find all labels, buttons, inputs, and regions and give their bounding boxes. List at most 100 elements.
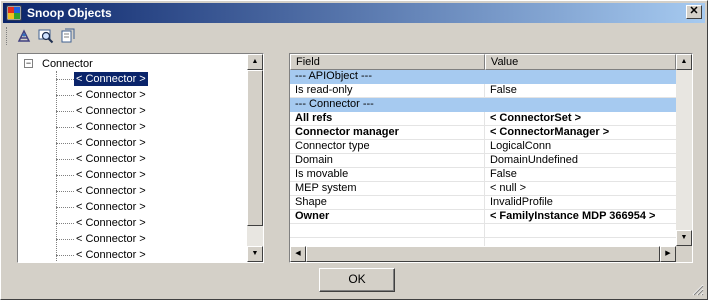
scrollbar-corner: [676, 246, 692, 262]
field-cell: All refs: [290, 112, 485, 125]
property-row[interactable]: Connector manager < ConnectorManager >: [290, 126, 676, 140]
tree-branch-line: [56, 110, 74, 112]
scroll-up-icon[interactable]: ▲: [676, 54, 692, 70]
title-bar[interactable]: Snoop Objects ✕: [3, 3, 705, 23]
grid-viewport: Field Value --- APIObject --- Is read-onl…: [290, 54, 676, 246]
property-row[interactable]: Shape InvalidProfile: [290, 196, 676, 210]
tree-item-label: < Connector >: [76, 233, 146, 245]
window-title: Snoop Objects: [27, 6, 112, 20]
tree-item[interactable]: < Connector >: [56, 215, 148, 231]
tree-branch-line: [56, 222, 74, 224]
field-cell: Connector type: [290, 140, 485, 153]
tree-item-label: < Connector >: [76, 105, 146, 117]
field-column-header[interactable]: Field: [290, 54, 485, 70]
value-cell: False: [489, 84, 517, 96]
property-row[interactable]: Is read-only False: [290, 84, 676, 98]
resize-grip-icon[interactable]: [692, 284, 704, 296]
property-row[interactable]: All refs < ConnectorSet >: [290, 112, 676, 126]
tree-branch-line: [56, 206, 74, 208]
property-row[interactable]: Domain DomainUndefined: [290, 154, 676, 168]
toolbar-grip[interactable]: [6, 27, 9, 45]
property-row[interactable]: Connector type LogicalConn: [290, 140, 676, 154]
grid-vertical-scrollbar[interactable]: ▲ ▼: [676, 54, 692, 246]
section-header-row[interactable]: --- Connector ---: [290, 98, 676, 112]
collapse-icon[interactable]: −: [24, 59, 33, 68]
tree-item-label: < Connector >: [76, 89, 146, 101]
field-cell: Owner: [290, 210, 485, 223]
field-cell: Is read-only: [290, 84, 485, 97]
tree-branch-line: [56, 78, 74, 80]
tree-item-label: < Connector >: [76, 201, 146, 213]
section-header-row[interactable]: --- APIObject ---: [290, 70, 676, 84]
value-cell: < FamilyInstance MDP 366954 >: [489, 210, 656, 222]
scroll-left-icon[interactable]: ◀: [290, 246, 306, 262]
value-cell: False: [489, 168, 517, 180]
tree-item-label: < Connector >: [76, 121, 146, 133]
snoop-objects-window: Snoop Objects ✕ − Connector < Connector …: [0, 0, 708, 300]
field-cell: [290, 224, 485, 237]
value-cell: < null >: [489, 182, 527, 194]
property-row[interactable]: MEP system < null >: [290, 182, 676, 196]
field-cell: MEP system: [290, 182, 485, 195]
tree-branch-line: [56, 126, 74, 128]
tree-item[interactable]: < Connector >: [56, 231, 148, 247]
value-cell: < ConnectorSet >: [489, 112, 582, 124]
grid-hscroll-thumb[interactable]: [306, 246, 660, 262]
field-cell: Connector manager: [290, 126, 485, 139]
value-cell: [485, 238, 676, 246]
property-row[interactable]: Is movable False: [290, 168, 676, 182]
tree-viewport: − Connector < Connector > < Connector > < …: [18, 54, 248, 262]
object-tree[interactable]: − Connector < Connector > < Connector > < …: [17, 53, 264, 263]
tree-item[interactable]: < Connector >: [56, 151, 148, 167]
ok-button[interactable]: OK: [319, 268, 395, 292]
tree-item-label: < Connector >: [76, 137, 146, 149]
tree-branch-line: [56, 190, 74, 192]
scroll-down-icon[interactable]: ▼: [247, 246, 263, 262]
property-row[interactable]: Owner < FamilyInstance MDP 366954 >: [290, 210, 676, 224]
value-cell: [485, 224, 676, 237]
tree-branch-line: [56, 158, 74, 160]
grid-rows: --- APIObject --- Is read-only False --- Co…: [290, 70, 676, 246]
tree-item[interactable]: < Connector >: [56, 87, 148, 103]
field-cell: Is movable: [290, 168, 485, 181]
grid-header: Field Value: [290, 54, 676, 70]
tree-item[interactable]: < Connector >: [56, 167, 148, 183]
value-cell: LogicalConn: [489, 140, 552, 152]
scroll-right-icon[interactable]: ▶: [660, 246, 676, 262]
tree-branch-line: [56, 238, 74, 240]
tree-item[interactable]: < Connector >: [56, 135, 148, 151]
value-column-header[interactable]: Value: [484, 54, 676, 70]
copy-icon: [61, 28, 75, 43]
field-cell: [290, 238, 485, 246]
tree-item[interactable]: < Connector >: [56, 119, 148, 135]
tree-item-label: < Connector >: [76, 249, 146, 261]
tree-branch-line: [56, 254, 74, 256]
tree-root-node[interactable]: − Connector: [24, 56, 93, 71]
field-cell: Domain: [290, 154, 485, 167]
close-button[interactable]: ✕: [686, 5, 702, 19]
scroll-up-icon[interactable]: ▲: [247, 54, 263, 70]
snoop-button[interactable]: [13, 26, 35, 46]
copy-button[interactable]: [57, 26, 79, 46]
property-row[interactable]: [290, 224, 676, 238]
tree-item-label: < Connector >: [76, 185, 146, 197]
tree-item[interactable]: < Connector >: [56, 247, 148, 262]
tree-item[interactable]: < Connector >: [56, 71, 149, 87]
value-cell: < ConnectorManager >: [489, 126, 610, 138]
tree-branch-line: [56, 94, 74, 96]
tree-item[interactable]: < Connector >: [56, 199, 148, 215]
scroll-down-icon[interactable]: ▼: [676, 230, 692, 246]
properties-grid[interactable]: Field Value --- APIObject --- Is read-onl…: [289, 53, 693, 263]
tree-branch-line: [56, 142, 74, 144]
search-icon: [38, 29, 54, 44]
tree-item-label: < Connector >: [76, 153, 146, 165]
tree-item[interactable]: < Connector >: [56, 103, 148, 119]
search-button[interactable]: [35, 26, 57, 46]
tree-scroll-thumb[interactable]: [247, 70, 263, 226]
tree-vertical-scrollbar[interactable]: ▲ ▼: [247, 54, 263, 262]
tree-item[interactable]: < Connector >: [56, 183, 148, 199]
property-row[interactable]: [290, 238, 676, 246]
grid-horizontal-scrollbar[interactable]: ◀ ▶: [290, 246, 676, 262]
field-cell: --- APIObject ---: [295, 70, 373, 82]
tree-item-label: < Connector >: [73, 71, 149, 87]
